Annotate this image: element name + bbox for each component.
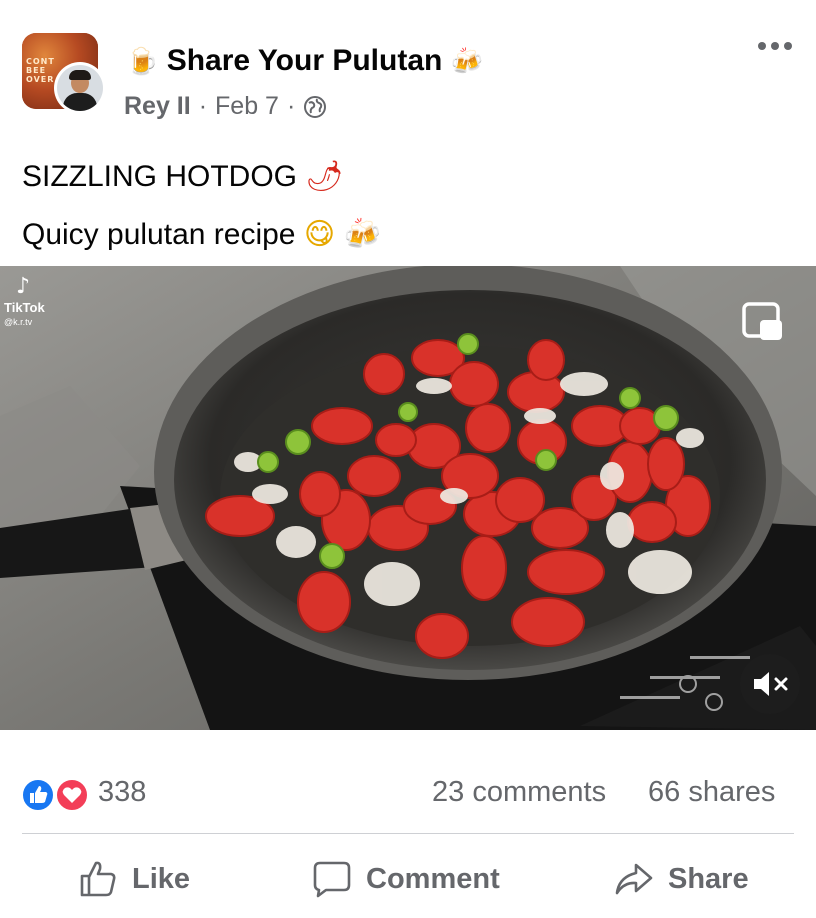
like-button[interactable]: Like	[78, 854, 190, 904]
mute-toggle-button[interactable]	[740, 654, 800, 714]
more-options-button[interactable]	[758, 38, 798, 54]
share-button[interactable]: Share	[614, 854, 749, 904]
picture-in-picture-icon[interactable]	[742, 302, 784, 342]
group-name-label: Share Your Pulutan	[166, 44, 443, 77]
reaction-icons[interactable]	[20, 778, 92, 812]
video-frame	[0, 266, 816, 730]
share-label: Share	[668, 862, 749, 895]
comment-bubble-icon	[313, 861, 351, 898]
shares-count-link[interactable]: 66 shares	[648, 776, 775, 809]
dot-icon	[784, 42, 792, 50]
comment-label: Comment	[366, 862, 500, 895]
tiktok-logo-icon: ♪	[16, 274, 31, 299]
thumbs-up-icon	[80, 861, 116, 897]
dot-icon	[758, 42, 766, 50]
meta-separator-2: ·	[286, 92, 296, 120]
author-name-link[interactable]: Rey II	[124, 92, 191, 121]
post-header: CONT BEE OVER 🍺 Share Your Pulutan 🍻 Rey I…	[0, 0, 816, 130]
love-icon	[55, 778, 89, 812]
share-arrow-icon	[615, 863, 653, 895]
meta-separator: ·	[198, 92, 208, 120]
group-name-link[interactable]: 🍺 Share Your Pulutan 🍻	[126, 44, 483, 78]
post-meta: Rey II · Feb 7 ·	[124, 92, 327, 121]
yum-face-emoji: 😋	[303, 217, 336, 252]
divider	[22, 833, 794, 834]
hot-pepper-emoji: 🌶	[305, 159, 344, 194]
reaction-count[interactable]: 338	[98, 776, 146, 809]
tiktok-watermark: ♪ TikTok @k.r.tv	[4, 274, 45, 328]
author-avatar[interactable]	[54, 62, 106, 114]
dot-icon	[771, 42, 779, 50]
tiktok-brand: TikTok	[4, 300, 45, 315]
caption-subtitle: Quicy pulutan recipe	[22, 218, 296, 251]
like-label: Like	[132, 862, 191, 895]
post-caption: SIZZLING HOTDOG 🌶 Quicy pulutan recipe 😋…	[22, 148, 381, 264]
caption-line-2: Quicy pulutan recipe 😋 🍻	[22, 206, 381, 264]
comment-button[interactable]: Comment	[312, 854, 500, 904]
globe-icon	[304, 95, 327, 118]
group-avatar-text: CONT BEE OVER	[26, 57, 55, 84]
clinking-beer-emoji: 🍻	[343, 217, 381, 252]
video-player[interactable]	[0, 266, 816, 730]
caption-title: SIZZLING HOTDOG	[22, 160, 298, 193]
beer-mug-emoji: 🍺	[126, 47, 159, 77]
comments-count-link[interactable]: 23 comments	[432, 776, 606, 809]
muted-speaker-icon	[754, 672, 788, 696]
like-icon	[21, 778, 55, 812]
tiktok-handle: @k.r.tv	[4, 317, 33, 327]
caption-line-1: SIZZLING HOTDOG 🌶	[22, 148, 381, 206]
clinking-beer-emoji: 🍻	[450, 47, 484, 77]
post-date[interactable]: Feb 7	[215, 92, 279, 121]
